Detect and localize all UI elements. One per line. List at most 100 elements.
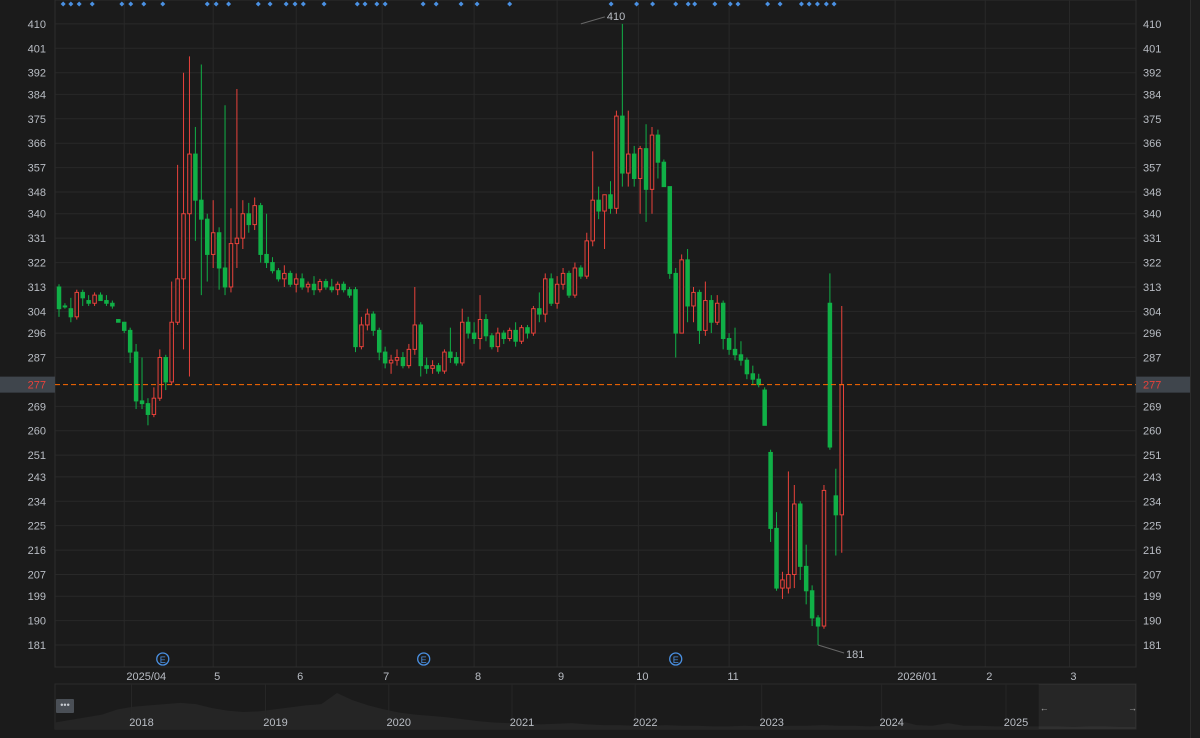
candle[interactable] <box>679 254 684 334</box>
candle-body <box>584 240 590 277</box>
y-tick-label-right: 199 <box>1143 591 1161 603</box>
y-tick-label-right: 216 <box>1143 545 1161 557</box>
candle-body <box>258 205 263 255</box>
candle-body <box>139 400 145 405</box>
candle-body <box>104 300 109 304</box>
y-tick-label-right: 384 <box>1143 89 1161 101</box>
candle[interactable] <box>661 159 667 188</box>
candle-body <box>329 286 335 291</box>
candle-body <box>133 351 139 402</box>
candle[interactable] <box>353 286 358 353</box>
candle-body <box>815 617 821 627</box>
candle[interactable] <box>768 449 773 542</box>
candle-body <box>566 272 572 296</box>
y-tick-label-left: 322 <box>28 258 46 270</box>
y-tick-label-left: 190 <box>28 616 46 628</box>
candle-body <box>827 302 833 448</box>
candle-body <box>738 354 744 361</box>
candle[interactable] <box>116 319 121 323</box>
candle-body <box>501 332 506 340</box>
candle-body <box>750 373 756 380</box>
y-tick-label-right: 392 <box>1143 68 1161 80</box>
max-price-label: 410 <box>607 11 625 23</box>
y-tick-label-right: 269 <box>1143 401 1161 413</box>
candle-body <box>365 313 370 326</box>
candle[interactable] <box>133 343 139 410</box>
candle-body <box>572 267 578 296</box>
candle[interactable] <box>442 349 447 374</box>
candle-body <box>299 278 305 288</box>
y-tick-label-left: 225 <box>28 521 46 533</box>
x-tick-label: 10 <box>636 671 648 683</box>
candle-body <box>780 579 785 589</box>
candle[interactable] <box>821 484 827 629</box>
navigator-left-handle-icon[interactable]: ← <box>1040 703 1049 713</box>
candle[interactable] <box>519 324 524 344</box>
candle-body <box>786 574 791 589</box>
y-tick-label-left: 260 <box>28 426 46 438</box>
navigator-window[interactable] <box>1038 684 1136 729</box>
candle-body <box>98 294 103 302</box>
y-tick-label-left: 384 <box>28 89 46 101</box>
candle-body <box>388 359 394 364</box>
candle-body <box>216 232 222 269</box>
candle[interactable] <box>566 270 572 298</box>
candle-body <box>74 291 80 318</box>
y-tick-label-right: 348 <box>1143 187 1161 199</box>
candle[interactable] <box>258 202 263 263</box>
candle-body <box>110 302 115 307</box>
candle-body <box>394 357 400 361</box>
candle-body <box>406 348 412 367</box>
navigator-right-handle-icon[interactable]: → <box>1128 703 1137 713</box>
y-tick-label-left: 401 <box>28 43 46 55</box>
y-tick-label-left: 392 <box>28 68 46 80</box>
candle[interactable] <box>667 186 673 279</box>
candle-body <box>151 397 157 415</box>
candle-body <box>412 324 418 350</box>
y-tick-label-left: 251 <box>28 450 46 462</box>
candle-body <box>436 365 441 372</box>
candle-body <box>210 232 216 255</box>
candle[interactable] <box>157 349 163 401</box>
navigator-year-label: 2022 <box>633 717 657 729</box>
candle-body <box>649 134 655 190</box>
candle-body <box>762 389 767 426</box>
candle-body <box>341 283 346 291</box>
candle[interactable] <box>489 333 495 350</box>
candle[interactable] <box>531 305 536 336</box>
x-tick-label: 8 <box>475 671 481 683</box>
side-panel-edge <box>1190 0 1200 738</box>
candle-body <box>376 329 382 353</box>
y-tick-label-right: 190 <box>1143 616 1161 628</box>
candle-body <box>276 270 281 280</box>
x-tick-label: 5 <box>214 671 220 683</box>
candle[interactable] <box>74 289 80 320</box>
candle-body <box>774 527 779 589</box>
y-tick-label-right: 207 <box>1143 570 1161 582</box>
candle-body <box>80 291 85 299</box>
candle-body <box>483 319 489 337</box>
y-tick-label-right: 225 <box>1143 521 1161 533</box>
candle[interactable] <box>762 387 767 426</box>
candle-body <box>335 283 340 291</box>
candle-body <box>175 278 180 323</box>
navigator-year-label: 2023 <box>759 717 783 729</box>
candle[interactable] <box>288 270 293 287</box>
y-tick-label-left: 243 <box>28 472 46 484</box>
candle-body <box>305 283 311 288</box>
candle[interactable] <box>572 262 578 298</box>
candle-body <box>614 115 619 209</box>
navigator-menu-button[interactable]: ••• <box>56 699 74 713</box>
candle-body <box>454 357 459 364</box>
candle-body <box>548 278 554 304</box>
candle-body <box>833 495 839 516</box>
candle-body <box>62 305 68 308</box>
current-price-label-left: 277 <box>28 380 46 392</box>
candle-body <box>270 262 275 272</box>
candlestick-chart[interactable]: 410 410401 401392 392384 384375 375366 366357 3… <box>0 0 1200 738</box>
candle-body <box>768 451 773 529</box>
candle[interactable] <box>614 110 619 214</box>
candle-body <box>234 237 240 245</box>
candle-body <box>661 161 667 188</box>
candle-body <box>714 302 720 323</box>
